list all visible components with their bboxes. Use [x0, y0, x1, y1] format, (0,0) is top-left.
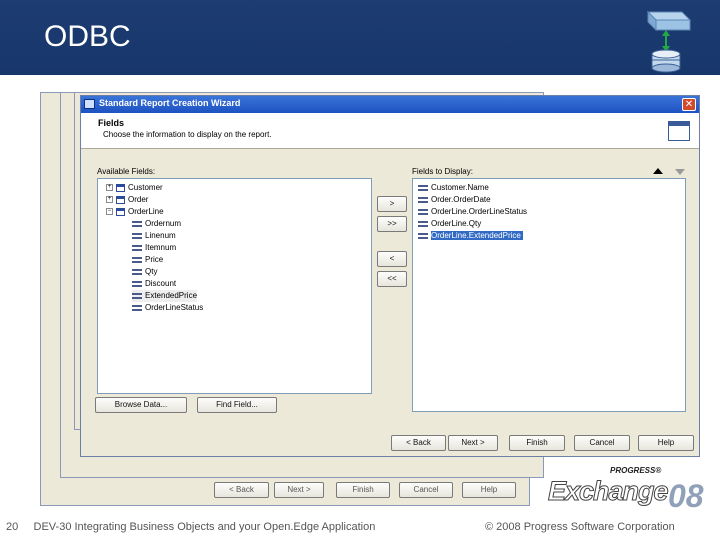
logo-year: 08 [668, 478, 704, 514]
tree-item-label: Ordernum [145, 219, 182, 228]
section-title: Fields [98, 118, 125, 128]
tree-item-label: Customer [128, 183, 163, 192]
logo-brand: PROGRESS® [610, 466, 662, 475]
display-field-label: OrderLine.Qty [431, 219, 482, 228]
field-icon [418, 232, 428, 239]
help-button[interactable]: Help [638, 435, 694, 451]
tree-item-field[interactable]: Itemnum [132, 242, 176, 254]
field-icon [132, 268, 142, 275]
back-window-back-button[interactable]: < Back [214, 482, 269, 498]
add-all-fields-button[interactable]: >> [377, 216, 407, 232]
tree-item-field[interactable]: Price [132, 254, 163, 266]
field-icon [418, 208, 428, 215]
display-field-item-selected[interactable]: OrderLine.ExtendedPrice [418, 230, 523, 242]
available-fields-tree[interactable]: + Customer + Order − OrderLine Ordernum Lin… [97, 178, 372, 394]
dialog-title-bar[interactable]: Standard Report Creation Wizard ✕ [81, 96, 699, 113]
copyright: © 2008 Progress Software Corporation [485, 521, 675, 533]
available-fields-label: Available Fields: [97, 167, 156, 176]
tree-item-label: ExtendedPrice [145, 291, 198, 300]
database-connection-icon [646, 10, 692, 73]
slide-title: ODBC [44, 20, 131, 53]
dialog-title: Standard Report Creation Wizard [99, 98, 241, 108]
tree-item-field[interactable]: Ordernum [132, 218, 181, 230]
tree-item-field[interactable]: OrderLineStatus [132, 302, 203, 314]
display-field-item[interactable]: OrderLine.Qty [418, 218, 481, 230]
footer-left: 20 DEV-30 Integrating Business Objects a… [6, 521, 375, 533]
tree-item-customer[interactable]: + Customer [106, 182, 163, 194]
tree-item-label: Price [145, 255, 164, 264]
display-field-label: Order.OrderDate [431, 195, 491, 204]
back-window-next-button[interactable]: Next > [274, 482, 324, 498]
field-icon [132, 220, 142, 227]
back-window-help-button[interactable]: Help [462, 482, 516, 498]
report-wizard-dialog: Standard Report Creation Wizard ✕ Fields… [80, 95, 700, 457]
fields-to-display-label: Fields to Display: [412, 167, 473, 176]
tree-item-label: Order [128, 195, 149, 204]
expand-toggle-icon[interactable]: + [106, 196, 113, 204]
tree-item-field[interactable]: Linenum [132, 230, 176, 242]
field-icon [132, 304, 142, 311]
tree-item-label: Linenum [145, 231, 176, 240]
fields-to-display-list[interactable]: Customer.Name Order.OrderDate OrderLine.… [412, 178, 686, 412]
table-icon [116, 207, 125, 216]
header-band: ODBC [0, 0, 720, 75]
display-field-item[interactable]: Customer.Name [418, 182, 489, 194]
progress-exchange-logo: PROGRESS® Exchange 08 [548, 466, 706, 522]
page-number: 20 [6, 521, 19, 533]
move-down-arrow-icon[interactable] [675, 169, 685, 175]
table-icon [116, 183, 125, 192]
display-field-item[interactable]: Order.OrderDate [418, 194, 491, 206]
browse-data-button[interactable]: Browse Data... [95, 397, 187, 413]
tree-item-label: OrderLineStatus [145, 303, 204, 312]
collapse-toggle-icon[interactable]: − [106, 208, 113, 216]
tree-item-order[interactable]: + Order [106, 194, 148, 206]
section-description: Choose the information to display on the… [103, 130, 272, 139]
presentation-title: DEV-30 Integrating Business Objects and … [33, 521, 376, 533]
tree-item-field[interactable]: Discount [132, 278, 176, 290]
back-window-cancel-button[interactable]: Cancel [399, 482, 453, 498]
display-field-label: OrderLine.OrderLineStatus [431, 207, 528, 216]
tree-item-orderline[interactable]: − OrderLine [106, 206, 164, 218]
field-icon [418, 220, 428, 227]
field-icon [132, 292, 142, 299]
table-icon [116, 195, 125, 204]
tree-item-field[interactable]: ExtendedPrice [132, 290, 198, 302]
field-icon [418, 196, 428, 203]
tree-item-label: Qty [145, 267, 158, 276]
add-field-button[interactable]: > [377, 196, 407, 212]
back-button[interactable]: < Back [391, 435, 446, 451]
expand-toggle-icon[interactable]: + [106, 184, 113, 192]
remove-field-button[interactable]: < [377, 251, 407, 267]
logo-wordmark: Exchange [548, 476, 670, 507]
find-field-button[interactable]: Find Field... [197, 397, 277, 413]
remove-all-fields-button[interactable]: << [377, 271, 407, 287]
field-icon [132, 256, 142, 263]
move-up-arrow-icon[interactable] [653, 168, 663, 174]
tree-item-label: Discount [145, 279, 177, 288]
field-icon [132, 244, 142, 251]
next-button[interactable]: Next > [448, 435, 498, 451]
close-button[interactable]: ✕ [682, 98, 696, 111]
display-field-label: OrderLine.ExtendedPrice [431, 231, 523, 240]
cancel-button[interactable]: Cancel [574, 435, 630, 451]
display-field-label: Customer.Name [431, 183, 489, 192]
display-field-item[interactable]: OrderLine.OrderLineStatus [418, 206, 527, 218]
back-window-finish-button[interactable]: Finish [336, 482, 390, 498]
finish-button[interactable]: Finish [509, 435, 565, 451]
field-icon [418, 184, 428, 191]
tree-item-label: Itemnum [145, 243, 177, 252]
field-icon [132, 232, 142, 239]
slide: ODBC < Back Next > Finish Cancel Help St… [0, 0, 720, 540]
tree-item-field[interactable]: Qty [132, 266, 157, 278]
wizard-heading: Fields Choose the information to display… [81, 113, 699, 149]
report-grid-icon [668, 121, 690, 141]
tree-item-label: OrderLine [128, 207, 164, 216]
field-icon [132, 280, 142, 287]
wizard-window-icon [84, 99, 95, 109]
